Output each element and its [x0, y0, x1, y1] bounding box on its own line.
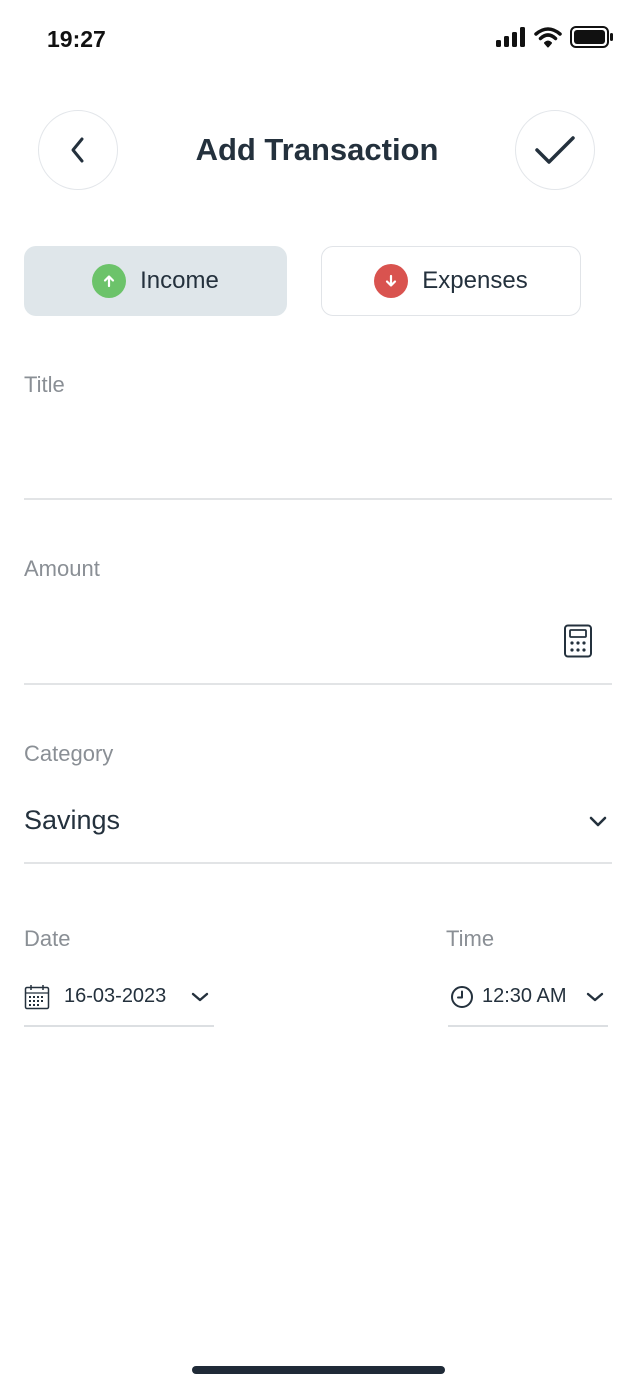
add-transaction-screen: 19:27 Add Transaction Income Expenses Ti…: [0, 0, 634, 1386]
time-value: 12:30 AM: [482, 985, 567, 1007]
income-label: Income: [140, 267, 219, 294]
home-indicator: [192, 1366, 445, 1374]
title-underline: [24, 498, 612, 500]
check-icon: [535, 136, 575, 164]
date-chevron-down-icon: [191, 992, 209, 1002]
expenses-label: Expenses: [422, 267, 528, 294]
time-chevron-down-icon: [586, 992, 604, 1002]
signal-icon: [496, 27, 525, 47]
date-underline: [24, 1025, 214, 1027]
clock-icon: [451, 986, 473, 1008]
confirm-button[interactable]: [515, 110, 595, 190]
amount-label: Amount: [24, 556, 100, 581]
amount-input[interactable]: [24, 596, 544, 682]
time-label: Time: [446, 926, 495, 951]
date-value: 16-03-2023: [64, 985, 167, 1007]
calendar-icon: [24, 985, 50, 1010]
battery-icon: [570, 26, 613, 48]
arrow-up-icon: [92, 264, 127, 298]
category-underline: [24, 862, 612, 864]
category-select[interactable]: Savings: [24, 805, 120, 836]
date-label: Date: [24, 926, 71, 951]
chevron-down-icon[interactable]: [588, 815, 608, 829]
title-input[interactable]: [24, 410, 612, 498]
arrow-down-icon: [374, 264, 409, 298]
category-label: Category: [24, 741, 114, 766]
title-label: Title: [24, 372, 65, 397]
amount-underline: [24, 683, 612, 685]
wifi-icon: [534, 27, 562, 48]
time-underline: [448, 1025, 608, 1027]
status-icons: [496, 26, 614, 48]
expenses-toggle-button[interactable]: Expenses: [321, 246, 581, 316]
status-time: 19:27: [47, 26, 106, 52]
calculator-icon[interactable]: [563, 624, 593, 658]
income-toggle-button[interactable]: Income: [24, 246, 287, 316]
